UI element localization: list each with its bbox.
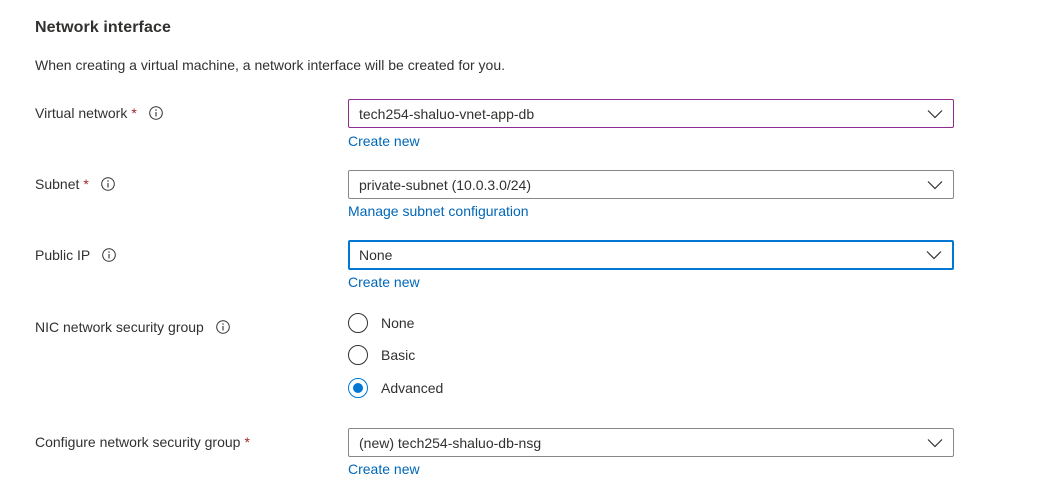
required-asterisk: *	[83, 176, 89, 192]
required-asterisk: *	[131, 105, 137, 121]
public-ip-label-group: Public IP	[35, 247, 117, 263]
radio-label: Basic	[381, 347, 416, 363]
chevron-down-icon	[926, 251, 942, 260]
nic-nsg-option-none[interactable]: None	[348, 313, 414, 333]
virtual-network-dropdown[interactable]: tech254-shaluo-vnet-app-db	[348, 99, 954, 128]
subnet-value: private-subnet (10.0.3.0/24)	[359, 176, 531, 193]
radio-button[interactable]	[348, 345, 368, 365]
subnet-label-group: Subnet *	[35, 176, 115, 192]
required-asterisk: *	[244, 434, 250, 450]
radio-button[interactable]	[348, 313, 368, 333]
info-icon[interactable]	[102, 248, 117, 262]
configure-nsg-label: Configure network security group	[35, 434, 241, 450]
public-ip-value: None	[359, 247, 393, 263]
radio-label: None	[381, 315, 415, 331]
virtual-network-label: Virtual network	[35, 105, 128, 121]
create-new-virtual-network-link[interactable]: Create new	[348, 133, 420, 149]
configure-nsg-label-group: Configure network security group *	[35, 434, 250, 450]
section-description: When creating a virtual machine, a netwo…	[35, 57, 506, 73]
network-interface-section: Network interface When creating a virtua…	[0, 0, 1050, 488]
configure-nsg-dropdown[interactable]: (new) tech254-shaluo-db-nsg	[348, 428, 954, 457]
manage-subnet-configuration-link[interactable]: Manage subnet configuration	[348, 203, 529, 219]
virtual-network-value: tech254-shaluo-vnet-app-db	[359, 105, 535, 122]
section-title: Network interface	[35, 19, 171, 36]
radio-label: Advanced	[381, 380, 444, 396]
subnet-dropdown[interactable]: private-subnet (10.0.3.0/24)	[348, 170, 954, 199]
public-ip-label: Public IP	[35, 247, 91, 263]
create-new-nsg-link[interactable]: Create new	[348, 461, 420, 477]
create-new-public-ip-link[interactable]: Create new	[348, 274, 420, 290]
info-icon[interactable]	[101, 177, 115, 191]
nic-nsg-option-advanced[interactable]: Advanced	[348, 378, 443, 398]
nic-nsg-label-group: NIC network security group	[35, 319, 230, 335]
nic-nsg-label: NIC network security group	[35, 319, 204, 335]
chevron-down-icon	[927, 109, 943, 118]
chevron-down-icon	[927, 438, 943, 447]
virtual-network-label-group: Virtual network *	[35, 105, 163, 121]
radio-button-selected[interactable]	[348, 378, 368, 398]
info-icon[interactable]	[216, 320, 230, 334]
public-ip-dropdown[interactable]: None	[348, 240, 954, 270]
nic-nsg-option-basic[interactable]: Basic	[348, 345, 415, 365]
chevron-down-icon	[927, 180, 943, 189]
configure-nsg-value: (new) tech254-shaluo-db-nsg	[359, 434, 542, 451]
subnet-label: Subnet	[35, 176, 80, 192]
info-icon[interactable]	[148, 106, 163, 120]
